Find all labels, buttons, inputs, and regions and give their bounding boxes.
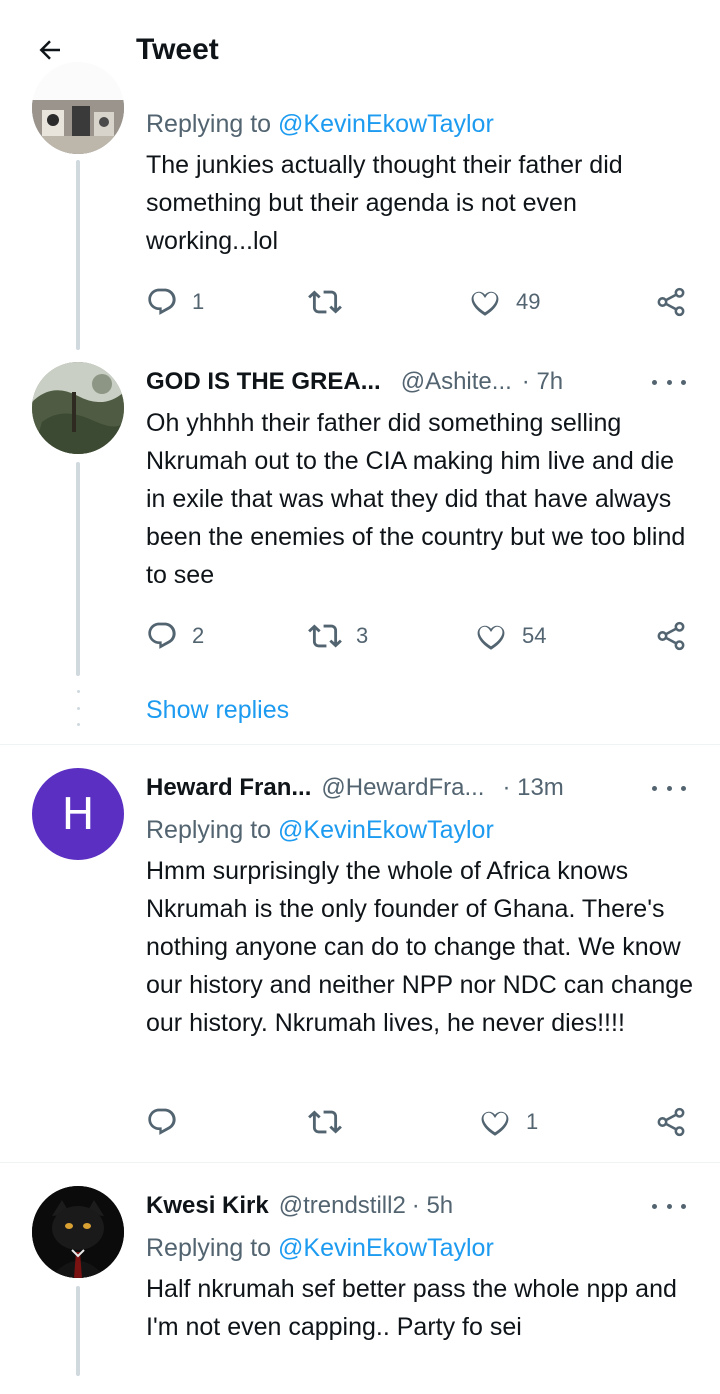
reply-handle-link[interactable]: @KevinEkowTaylor [278,110,494,138]
more-icon [652,785,657,791]
timestamp[interactable]: · 7h [522,368,563,396]
thread-line [76,160,80,350]
reply-count: 1 [192,289,205,314]
more-icon [652,1203,657,1209]
retweet-icon [308,1110,342,1134]
tweet-actions: 1 49 [146,282,691,322]
display-name[interactable]: GOD IS THE GREA... [146,368,381,396]
reply-handle-link[interactable]: @KevinEkowTaylor [278,816,494,844]
replying-to: Replying to @KevinEkowTaylor [146,1234,494,1262]
tweet-text: Oh yhhhh their father did something sell… [146,409,686,589]
thread-line [76,462,80,676]
timestamp[interactable]: · 13m [502,774,563,802]
show-replies-link[interactable]: Show replies [146,692,289,728]
more-button[interactable] [652,778,686,798]
like-button[interactable]: 1 [478,1102,538,1142]
divider [0,744,720,745]
back-button[interactable] [30,30,70,70]
retweet-icon [308,624,342,648]
page-title: Tweet [136,33,219,66]
retweet-button[interactable]: 3 [308,616,368,656]
thread-continuation-dots [76,690,80,726]
reply-button[interactable]: 2 [146,616,204,656]
like-count: 54 [522,623,547,648]
tweet-header: Heward Fran... @HewardFra... · 13m [146,770,564,806]
like-icon [477,625,505,650]
reply-icon [148,288,176,315]
top-bar: Tweet [0,0,720,100]
tweet-text: Hmm surprisingly the whole of Africa kno… [146,857,694,1037]
retweet-button[interactable] [308,282,356,322]
avatar[interactable] [32,1186,124,1278]
share-icon [657,621,685,651]
reply-icon [148,1108,176,1135]
share-icon [657,287,685,317]
replying-to: Replying to @KevinEkowTaylor [146,816,494,844]
tweet-header: Kwesi Kirk @trendstill2 · 5h [146,1188,453,1224]
reply-button[interactable] [146,1102,192,1142]
handle[interactable]: @trendstill2 [279,1192,406,1220]
more-icon [652,379,657,385]
reply-button[interactable]: 1 [146,282,204,322]
handle[interactable]: @Ashite... [401,368,512,396]
tweet-actions: 1 [146,1102,691,1142]
like-icon [471,291,499,316]
display-name[interactable]: Heward Fran... [146,774,311,802]
more-button[interactable] [652,1196,686,1216]
like-button[interactable]: 54 [474,616,546,656]
divider [0,1162,720,1163]
share-icon [657,1107,685,1137]
share-button[interactable] [654,1102,688,1142]
like-icon [481,1111,509,1136]
replying-to: Replying to @KevinEkowTaylor [146,110,494,138]
like-button[interactable]: 49 [468,282,540,322]
avatar[interactable] [32,362,124,454]
back-arrow-icon [39,40,60,60]
handle[interactable]: @HewardFra... [321,774,484,802]
like-count: 1 [526,1109,539,1134]
share-button[interactable] [654,282,688,322]
more-button[interactable] [652,372,686,392]
retweet-button[interactable] [308,1102,356,1142]
share-button[interactable] [654,616,688,656]
reply-handle-link[interactable]: @KevinEkowTaylor [278,1234,494,1262]
tweet-actions: 2 3 54 [146,616,691,656]
timestamp[interactable]: · 5h [412,1192,453,1220]
avatar-letter: H [61,788,95,840]
avatar[interactable]: H [32,768,124,860]
retweet-count: 3 [356,623,369,648]
reply-count: 2 [192,623,205,648]
like-count: 49 [516,289,541,314]
display-name[interactable]: Kwesi Kirk [146,1192,269,1220]
reply-icon [148,622,176,649]
thread-line [76,1286,80,1376]
retweet-icon [308,290,342,314]
tweet-text: The junkies actually thought their fathe… [146,151,623,255]
tweet-text: Half nkrumah sef better pass the whole n… [146,1275,677,1341]
tweet-header: GOD IS THE GREA... @Ashite... · 7h [146,364,563,400]
